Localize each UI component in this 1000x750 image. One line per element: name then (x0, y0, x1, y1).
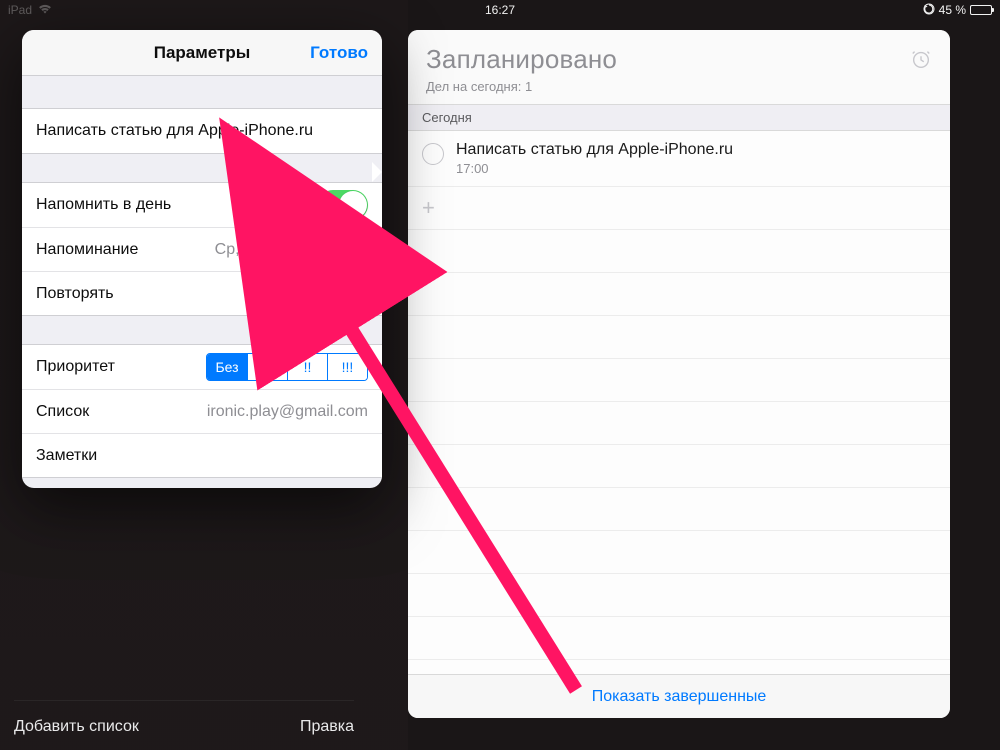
list-value: ironic.play@gmail.com (207, 403, 368, 421)
priority-label: Приоритет (36, 358, 115, 376)
repeat-row[interactable]: Повторять Никогда (22, 271, 382, 315)
scheduled-card: Запланировано Дел на сегодня: 1 Сегодня … (408, 30, 950, 718)
empty-lines (408, 230, 950, 660)
scheduled-title: Запланировано (426, 44, 932, 75)
notes-row[interactable]: Заметки (22, 433, 382, 477)
reminder-label: Напоминание (36, 241, 138, 259)
done-button[interactable]: Готово (310, 43, 368, 63)
priority-segment[interactable]: Без ! !! !!! (206, 353, 368, 381)
priority-med[interactable]: !! (287, 354, 327, 380)
priority-row: Приоритет Без ! !! !!! (22, 345, 382, 389)
edit-button[interactable]: Правка (300, 718, 354, 736)
repeat-value: Никогда (292, 285, 352, 303)
priority-high[interactable]: !!! (327, 354, 367, 380)
reminder-checkbox[interactable] (422, 143, 444, 165)
status-time: 16:27 (485, 3, 515, 17)
rotation-lock-icon (923, 3, 935, 18)
reminder-value: Ср, 10.02.16 г., 17:00 (215, 241, 368, 259)
reminder-row-cell[interactable]: Напоминание Ср, 10.02.16 г., 17:00 (22, 227, 382, 271)
battery-icon (970, 5, 992, 15)
add-list-button[interactable]: Добавить список (14, 718, 139, 736)
repeat-label: Повторять (36, 285, 114, 303)
clock-icon (910, 48, 932, 75)
remind-on-day-row: Напомнить в день (22, 183, 382, 227)
remind-on-day-switch[interactable] (318, 190, 368, 220)
notes-label: Заметки (36, 447, 97, 465)
show-completed-button[interactable]: Показать завершенные (592, 688, 767, 706)
details-popover: Параметры Готово Написать статью для App… (22, 30, 382, 488)
remind-on-day-label: Напомнить в день (36, 196, 171, 214)
reminder-row[interactable]: Написать статью для Apple-iPhone.ru 17:0… (408, 131, 950, 187)
reminder-title-text: Написать статью для Apple-iPhone.ru (36, 122, 313, 140)
scheduled-subtitle: Дел на сегодня: 1 (426, 79, 932, 94)
priority-low[interactable]: ! (247, 354, 287, 380)
chevron-right-icon (360, 284, 368, 303)
priority-none[interactable]: Без (207, 354, 247, 380)
reminder-time: 17:00 (456, 161, 733, 176)
reminder-title-field[interactable]: Написать статью для Apple-iPhone.ru (22, 109, 382, 153)
list-row[interactable]: Список ironic.play@gmail.com (22, 389, 382, 433)
add-reminder-button[interactable]: + (408, 187, 950, 230)
list-label: Список (36, 403, 89, 421)
section-today: Сегодня (408, 105, 950, 131)
reminder-title: Написать статью для Apple-iPhone.ru (456, 141, 733, 159)
popover-title: Параметры (154, 43, 251, 63)
battery-text: 45 % (939, 3, 966, 17)
